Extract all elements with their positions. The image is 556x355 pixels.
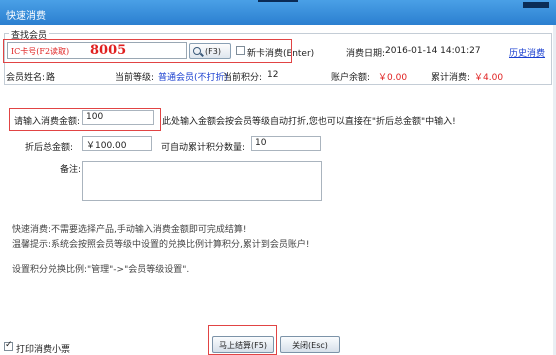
close-button[interactable]: 关闭(Esc) xyxy=(280,336,340,353)
date-value: 2016-01-14 14:01:27 xyxy=(385,46,481,56)
remark-textarea[interactable] xyxy=(82,161,322,201)
member-name-label: 会员姓名: xyxy=(6,73,46,83)
member-points-value: 12 xyxy=(267,70,279,80)
member-level-label: 当前等级: xyxy=(115,73,155,83)
member-points-label: 当前积分: xyxy=(223,73,263,83)
balance-label: 账户余额: xyxy=(331,73,371,83)
print-receipt-label: 打印消费小票 xyxy=(16,345,71,355)
amount-hint: 此处输入金额会按会员等级自动打折,您也可以直接在"折后总金额"中输入! xyxy=(162,117,456,127)
print-receipt-checkbox[interactable] xyxy=(4,340,13,351)
history-link[interactable]: 历史消费 xyxy=(509,46,545,59)
note-settings: 设置积分兑换比例:"管理"->"会员等级设置". xyxy=(12,265,190,275)
checkout-highlight xyxy=(208,325,277,355)
remark-label: 备注: xyxy=(60,165,82,175)
date-label: 消费日期: xyxy=(346,49,386,59)
title-bar-decoration xyxy=(258,0,298,2)
note-quick-consume: 快速消费:不需要选择产品,手动输入消费金额即可完成结算! xyxy=(12,225,247,235)
window-title: 快速消费 xyxy=(6,11,46,22)
discounted-total-value: ￥100.00 xyxy=(86,141,127,151)
total-spent-value: ￥4.00 xyxy=(474,73,504,83)
close-button-label: 关闭(Esc) xyxy=(292,341,328,350)
discounted-total-input[interactable]: ￥100.00 xyxy=(82,136,152,151)
points-earned-label: 可自动累计积分数量: xyxy=(161,143,246,153)
discounted-total-label: 折后总金额: xyxy=(25,143,74,153)
member-level-value: 普通会员(不打折) xyxy=(158,73,229,83)
balance-value: ￥0.00 xyxy=(378,73,408,83)
points-earned-input[interactable]: 10 xyxy=(251,136,321,151)
amount-highlight xyxy=(9,108,161,131)
note-tip: 温馨提示:系统会按照会员等级中设置的兑换比例计算积分,累计到会员账户! xyxy=(12,240,310,250)
window-controls[interactable] xyxy=(523,2,549,8)
points-earned-value: 10 xyxy=(255,138,267,148)
member-name-value: 路 xyxy=(46,73,56,83)
total-spent-label: 累计消费: xyxy=(431,73,471,83)
title-bar: 快速消费 xyxy=(0,0,556,25)
card-highlight xyxy=(3,39,292,63)
